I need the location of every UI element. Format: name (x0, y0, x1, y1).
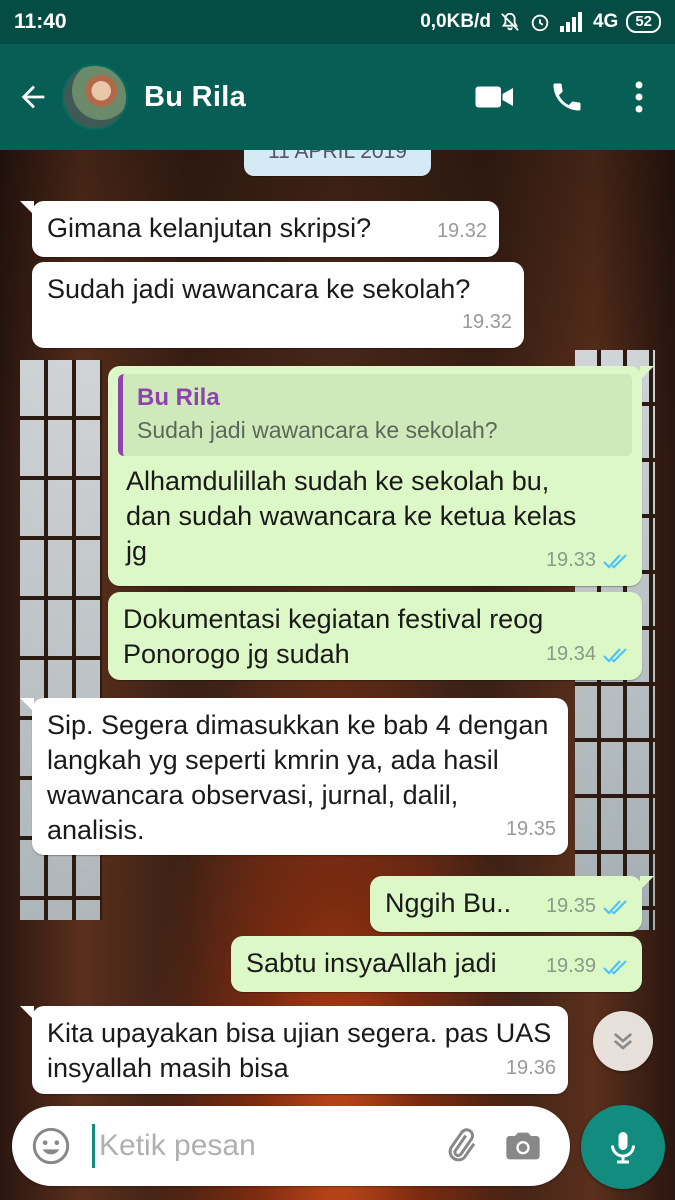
status-time: 11:40 (14, 10, 67, 33)
read-ticks-icon (603, 899, 627, 915)
message-incoming[interactable]: Sip. Segera dimasukkan ke bab 4 dengan l… (20, 698, 568, 855)
video-call-icon[interactable] (459, 62, 531, 132)
message-composer (12, 1106, 570, 1186)
message-outgoing[interactable]: Sabtu insyaAllah jadi 19.39 (231, 936, 642, 992)
message-text: Sudah jadi wawancara ke sekolah? (47, 274, 471, 304)
message-outgoing[interactable]: Nggih Bu.. 19.35 (370, 876, 654, 932)
mic-icon (611, 1132, 635, 1164)
status-indicators: 0,0KB/d 4G 52 (420, 11, 661, 33)
emoji-icon[interactable] (16, 1111, 86, 1181)
phone-icon[interactable] (531, 62, 603, 132)
attachment-icon[interactable] (430, 1111, 490, 1181)
message-input[interactable] (99, 1129, 399, 1163)
message-incoming[interactable]: Kita upayakan bisa ujian segera. pas UAS… (20, 1006, 568, 1094)
contact-name[interactable]: Bu Rila (144, 81, 246, 114)
read-ticks-icon (603, 647, 627, 663)
signal-icon (559, 12, 582, 32)
message-incoming[interactable]: Gimana kelanjutan skripsi? 19.32 (20, 201, 499, 257)
message-text: Kita upayakan bisa ujian segera. pas UAS… (47, 1018, 552, 1083)
quoted-message[interactable]: Bu Rila Sudah jadi wawancara ke sekolah? (118, 374, 632, 456)
message-time: 19.35 (505, 818, 556, 840)
quote-text: Sudah jadi wawancara ke sekolah? (137, 417, 498, 443)
camera-icon[interactable] (490, 1111, 556, 1181)
message-text: Sabtu insyaAllah jadi (246, 948, 497, 978)
mute-icon (501, 12, 519, 31)
message-outgoing[interactable]: Bu Rila Sudah jadi wawancara ke sekolah?… (108, 366, 654, 586)
message-time: 19.32 (461, 311, 512, 333)
message-text: Dokumentasi kegiatan festival reog Ponor… (123, 604, 544, 669)
message-time: 19.36 (505, 1057, 556, 1079)
message-incoming[interactable]: Sudah jadi wawancara ke sekolah? 19.32 (32, 262, 524, 348)
net-speed: 0,0KB/d (420, 11, 491, 32)
voice-message-button[interactable] (581, 1105, 665, 1189)
message-time: 19.39 (546, 949, 630, 984)
quote-author: Bu Rila (137, 384, 220, 411)
back-arrow-icon[interactable] (4, 67, 62, 127)
read-ticks-icon (603, 553, 627, 569)
message-time: 19.32 (436, 220, 487, 242)
message-outgoing[interactable]: Dokumentasi kegiatan festival reog Ponor… (108, 592, 642, 680)
alarm-icon (531, 14, 549, 32)
scroll-to-bottom-button[interactable] (593, 1011, 653, 1071)
double-chevron-down-icon (613, 1033, 633, 1050)
text-cursor (92, 1124, 95, 1168)
date-separator: 11 APRIL 2019 (244, 150, 431, 176)
header-actions (459, 62, 675, 132)
message-time: 19.33 (546, 543, 630, 578)
message-text: Gimana kelanjutan skripsi? (47, 213, 372, 243)
more-vert-icon[interactable] (603, 62, 675, 132)
status-bar: 11:40 0,0KB/d 4G 52 (0, 0, 675, 44)
chat-area[interactable]: 11 APRIL 2019 Gimana kelanjutan skripsi?… (0, 150, 675, 1200)
chat-header: Bu Rila (0, 44, 675, 150)
message-text: Nggih Bu.. (385, 888, 512, 918)
avatar[interactable] (62, 64, 128, 130)
read-ticks-icon (603, 959, 627, 975)
message-time: 19.34 (546, 637, 630, 672)
message-text: Sip. Segera dimasukkan ke bab 4 dengan l… (47, 710, 549, 845)
message-time: 19.35 (546, 889, 630, 924)
network-type: 4G (592, 11, 619, 32)
battery-indicator: 52 (626, 11, 661, 33)
